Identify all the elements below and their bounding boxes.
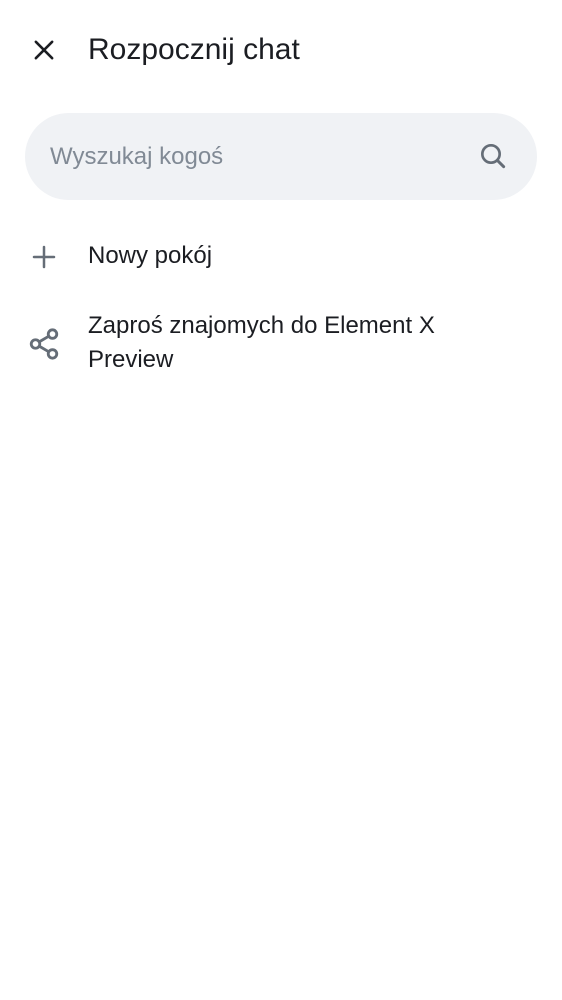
new-room-label: Nowy pokój <box>88 242 213 269</box>
search-bar[interactable] <box>25 113 537 200</box>
invite-friends-label: Zaproś znajomych do Element X Preview <box>88 312 435 373</box>
invite-friends-item[interactable]: Zaproś znajomych do Element X Preview <box>0 305 562 385</box>
close-button[interactable] <box>20 26 68 74</box>
new-room-item[interactable]: Nowy pokój <box>0 228 562 286</box>
search-input[interactable] <box>50 113 470 200</box>
start-chat-screen: Rozpocznij chat Nowy pokój Zapr <box>0 0 562 1000</box>
top-app-bar: Rozpocznij chat <box>0 0 562 100</box>
search-icon[interactable] <box>477 140 509 172</box>
close-icon <box>34 40 54 60</box>
share-icon <box>24 324 64 364</box>
plus-icon <box>24 237 64 277</box>
page-title: Rozpocznij chat <box>88 33 300 66</box>
